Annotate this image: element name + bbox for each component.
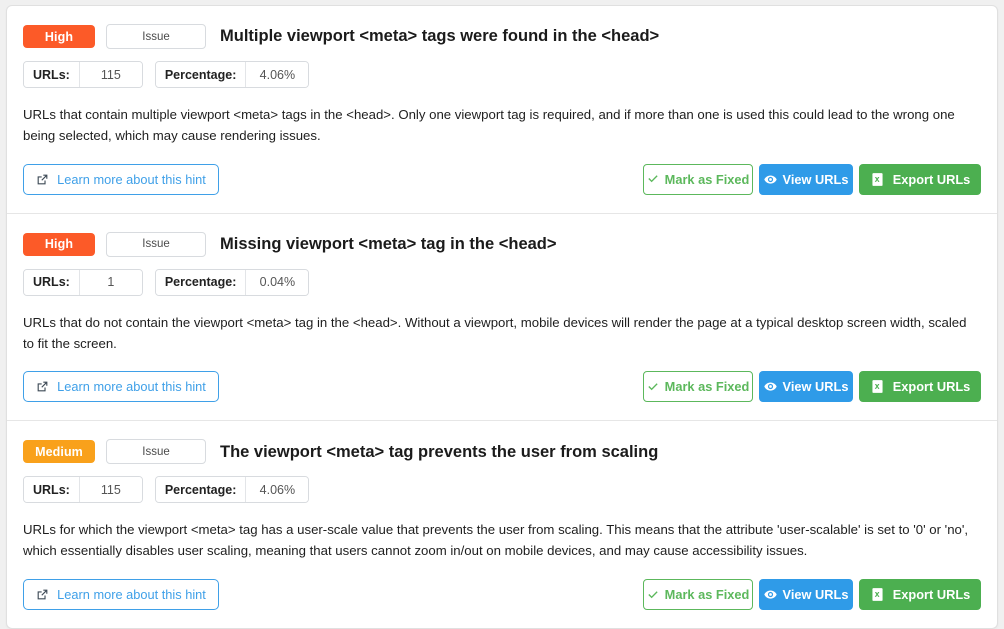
hint-block: High Issue Missing viewport <meta> tag i… (7, 212, 997, 421)
view-urls-button[interactable]: View URLs (759, 371, 853, 403)
eye-icon (763, 380, 777, 393)
hint-header: Medium Issue The viewport <meta> tag pre… (23, 421, 981, 465)
percentage-stat-label: Percentage: (155, 62, 246, 87)
percentage-stat-label: Percentage: (155, 269, 246, 295)
urls-stat-value: 1 (78, 269, 142, 295)
view-urls-label: View URLs (782, 587, 849, 603)
hint-block: Medium Issue The viewport <meta> tag pre… (7, 420, 997, 628)
export-urls-label: Export URLs (892, 587, 971, 603)
mark-as-fixed-label: Mark as Fixed (664, 379, 750, 395)
external-link-icon (36, 380, 49, 393)
eye-icon (763, 588, 777, 601)
hint-actions-right: Mark as Fixed View URLs Export URLs (643, 579, 981, 611)
urls-stat-label: URLs: (24, 477, 79, 503)
view-urls-label: View URLs (782, 379, 849, 395)
file-export-icon (870, 379, 885, 394)
hint-header: High Issue Multiple viewport <meta> tags… (23, 6, 981, 49)
hint-header: High Issue Missing viewport <meta> tag i… (23, 214, 981, 257)
hint-actions: Learn more about this hint Mark as Fixed… (23, 579, 981, 628)
check-icon (647, 381, 659, 393)
file-export-icon (870, 587, 885, 602)
percentage-stat: Percentage: 4.06% (154, 61, 310, 88)
urls-stat-label: URLs: (24, 62, 79, 87)
hint-type-pill: Issue (106, 231, 206, 257)
urls-stat: URLs: 115 (23, 61, 143, 88)
mark-as-fixed-label: Mark as Fixed (664, 171, 750, 187)
urls-stat: URLs: 1 (23, 268, 143, 296)
hint-description: URLs for which the viewport <meta> tag h… (23, 522, 969, 559)
learn-more-button[interactable]: Learn more about this hint (23, 371, 219, 403)
hint-block: High Issue Multiple viewport <meta> tags… (7, 6, 997, 213)
urls-stat-value: 115 (78, 62, 142, 87)
view-urls-button[interactable]: View URLs (759, 579, 853, 611)
percentage-stat-label: Percentage: (155, 477, 246, 503)
hints-panel: High Issue Multiple viewport <meta> tags… (6, 5, 998, 629)
view-urls-button[interactable]: View URLs (759, 163, 853, 195)
export-urls-label: Export URLs (892, 379, 971, 395)
learn-more-label: Learn more about this hint (57, 587, 206, 603)
page-title: The viewport <meta> tag prevents the use… (220, 442, 659, 461)
external-link-icon (36, 588, 49, 601)
export-urls-button[interactable]: Export URLs (859, 371, 981, 403)
status-badge-severity: High (23, 232, 95, 256)
learn-more-label: Learn more about this hint (57, 171, 206, 187)
status-badge-severity: High (23, 25, 95, 48)
file-export-icon (870, 172, 885, 187)
hint-type-pill: Issue (106, 24, 206, 49)
percentage-stat: Percentage: 4.06% (154, 476, 310, 504)
learn-more-button[interactable]: Learn more about this hint (23, 163, 219, 195)
export-urls-label: Export URLs (892, 171, 971, 187)
mark-as-fixed-button[interactable]: Mark as Fixed (643, 579, 753, 611)
hint-actions: Learn more about this hint Mark as Fixed… (23, 371, 981, 420)
eye-icon (763, 173, 777, 186)
hint-description: URLs that do not contain the viewport <m… (23, 314, 967, 351)
urls-stat-value: 115 (78, 477, 142, 503)
external-link-icon (36, 173, 49, 186)
check-icon (647, 589, 659, 601)
hint-stats: URLs: 115 Percentage: 4.06% (23, 61, 981, 88)
export-urls-button[interactable]: Export URLs (859, 579, 981, 611)
percentage-stat-value: 4.06% (245, 62, 309, 87)
urls-stat-label: URLs: (24, 269, 79, 295)
hint-actions-right: Mark as Fixed View URLs Export URLs (643, 163, 981, 195)
view-urls-label: View URLs (782, 171, 849, 187)
status-badge-severity: Medium (23, 440, 95, 464)
hint-actions: Learn more about this hint Mark as Fixed… (23, 163, 981, 213)
percentage-stat: Percentage: 0.04% (154, 268, 310, 296)
mark-as-fixed-label: Mark as Fixed (664, 587, 750, 603)
export-urls-button[interactable]: Export URLs (859, 163, 981, 195)
percentage-stat-value: 4.06% (245, 477, 309, 503)
hint-description: URLs that contain multiple viewport <met… (23, 107, 955, 143)
percentage-stat-value: 0.04% (245, 269, 309, 295)
mark-as-fixed-button[interactable]: Mark as Fixed (643, 163, 753, 195)
hint-type-pill: Issue (106, 439, 206, 465)
page-title: Missing viewport <meta> tag in the <head… (220, 235, 557, 254)
learn-more-button[interactable]: Learn more about this hint (23, 579, 219, 611)
hint-stats: URLs: 1 Percentage: 0.04% (23, 268, 981, 296)
hint-actions-right: Mark as Fixed View URLs Export URLs (643, 371, 981, 403)
mark-as-fixed-button[interactable]: Mark as Fixed (643, 371, 753, 403)
check-icon (647, 173, 659, 185)
hint-stats: URLs: 115 Percentage: 4.06% (23, 476, 981, 504)
urls-stat: URLs: 115 (23, 476, 143, 504)
learn-more-label: Learn more about this hint (57, 379, 206, 395)
page-title: Multiple viewport <meta> tags were found… (220, 27, 660, 46)
